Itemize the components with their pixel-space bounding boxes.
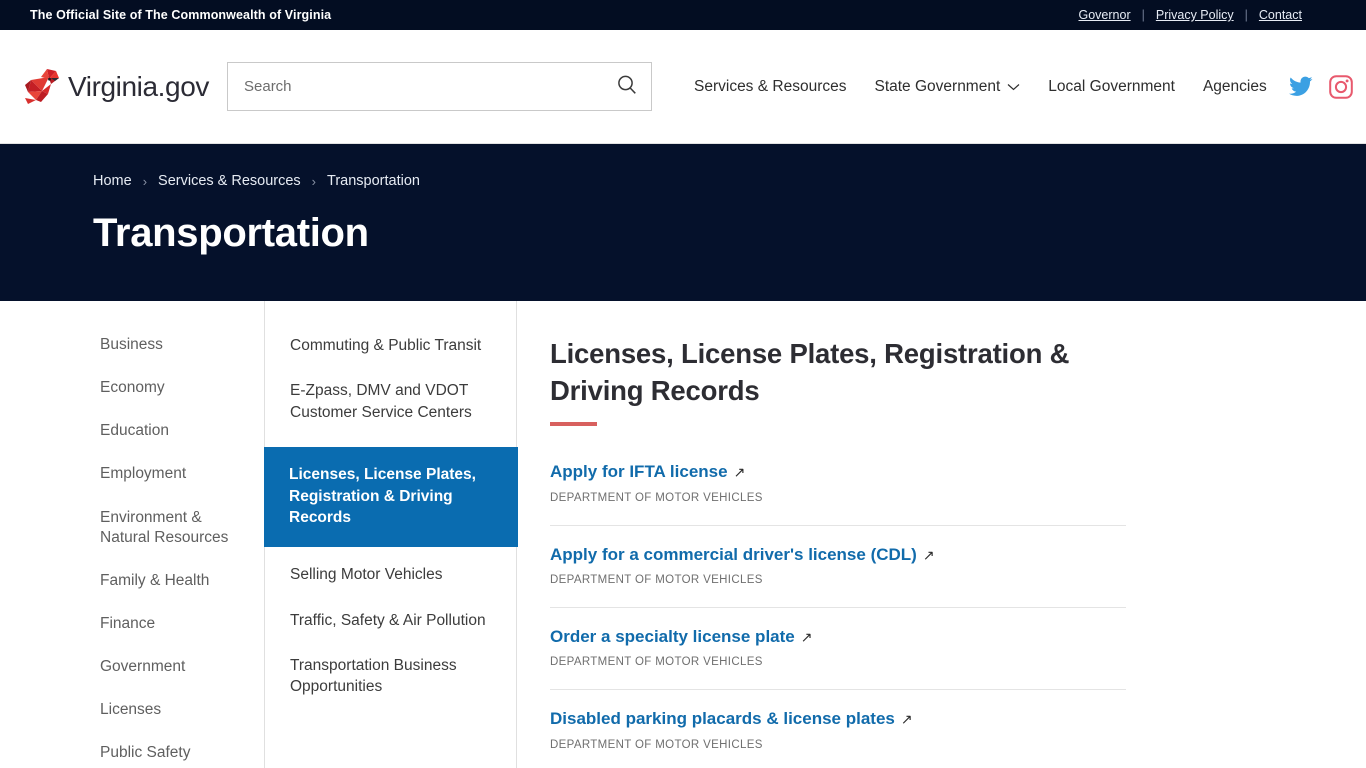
list-item: Order a specialty license plate ↗ Depart… [550, 608, 1126, 691]
breadcrumb-item-home[interactable]: Home [93, 173, 132, 189]
subcategory-item-commuting-public-transit[interactable]: Commuting & Public Transit [265, 335, 516, 356]
page-title: Transportation [93, 211, 369, 255]
resource-link-label: Disabled parking placards & license plat… [550, 709, 895, 729]
instagram-link[interactable] [1328, 74, 1353, 99]
nav-item-label: State Government [874, 77, 1001, 95]
page-body: Business Economy Education Employment En… [0, 301, 1366, 768]
nav-item-services-resources[interactable]: Services & Resources [680, 70, 860, 104]
utility-link-contact[interactable]: Contact [1248, 8, 1313, 22]
category-list: Business Economy Education Employment En… [0, 301, 264, 768]
subcategory-list: Commuting & Public Transit E-Zpass, DMV … [264, 301, 518, 768]
official-site-tagline: The Official Site of The Commonwealth of… [30, 8, 332, 22]
list-item: Disabled parking placards & license plat… [550, 690, 1126, 768]
breadcrumb-separator-icon: › [311, 173, 317, 189]
search-icon [615, 73, 639, 100]
search-input[interactable] [227, 62, 652, 111]
breadcrumb: Home › Services & Resources › Transporta… [93, 144, 1366, 189]
resource-agency-label: Department of Motor Vehicles [550, 574, 763, 587]
nav-item-label: Services & Resources [694, 77, 847, 95]
category-item-finance[interactable]: Finance [0, 614, 264, 634]
resource-link-label: Apply for IFTA license [550, 462, 728, 482]
nav-item-agencies[interactable]: Agencies [1189, 70, 1281, 104]
breadcrumb-item-transportation: Transportation [327, 173, 420, 189]
site-header: Virginia.gov Services & Resources State … [0, 30, 1366, 144]
resource-link-list: Apply for IFTA license ↗ Department of M… [550, 443, 1306, 768]
category-item-public-safety[interactable]: Public Safety [0, 743, 264, 763]
breadcrumb-item-services-resources[interactable]: Services & Resources [158, 173, 301, 189]
cardinal-logo-icon [18, 67, 62, 107]
category-item-economy[interactable]: Economy [0, 378, 264, 398]
category-item-licenses[interactable]: Licenses [0, 700, 264, 720]
nav-item-label: Agencies [1202, 77, 1267, 95]
category-item-government[interactable]: Government [0, 657, 264, 677]
external-link-icon: ↗ [922, 546, 935, 563]
page-hero: Home › Services & Resources › Transporta… [0, 144, 1366, 301]
breadcrumb-separator-icon: › [142, 173, 148, 189]
list-item: Apply for IFTA license ↗ Department of M… [550, 443, 1126, 526]
category-item-business[interactable]: Business [0, 335, 264, 355]
subcategory-item-ezpass-dmv-vdot[interactable]: E-Zpass, DMV and VDOT Customer Service C… [265, 380, 516, 423]
external-link-icon: ↗ [800, 629, 813, 646]
nav-item-state-government[interactable]: State Government [860, 70, 1034, 104]
heading-accent-rule [550, 422, 597, 427]
nav-item-label: Local Government [1048, 77, 1175, 95]
category-item-family-health[interactable]: Family & Health [0, 571, 264, 591]
nav-item-local-government[interactable]: Local Government [1034, 70, 1189, 104]
social-links [1288, 74, 1353, 99]
resource-agency-label: Department of Motor Vehicles [550, 656, 763, 669]
primary-navigation: Services & Resources State Government Lo… [680, 70, 1281, 104]
subcategory-item-transportation-business-opportunities[interactable]: Transportation Business Opportunities [265, 655, 516, 698]
site-logo-link[interactable]: Virginia.gov [18, 67, 209, 107]
subcategory-item-licenses-plates-registration-driving-records[interactable]: Licenses, License Plates, Registration &… [264, 447, 518, 548]
external-link-icon: ↗ [733, 464, 746, 481]
instagram-icon [1328, 74, 1353, 103]
search-bar [227, 62, 652, 111]
utility-links: Governor | Privacy Policy | Contact [1068, 8, 1314, 22]
main-content: Licenses, License Plates, Registration &… [517, 301, 1366, 768]
search-submit-button[interactable] [610, 70, 644, 104]
utility-link-privacy-policy[interactable]: Privacy Policy [1145, 8, 1245, 22]
resource-agency-label: Department of Motor Vehicles [550, 491, 763, 504]
subcategory-item-selling-motor-vehicles[interactable]: Selling Motor Vehicles [265, 564, 516, 585]
resource-link-order-specialty-license-plate[interactable]: Order a specialty license plate ↗ [550, 627, 812, 647]
category-item-environment-natural-resources[interactable]: Environment & Natural Resources [0, 508, 264, 548]
resource-link-apply-for-ifta-license[interactable]: Apply for IFTA license ↗ [550, 462, 745, 482]
twitter-link[interactable] [1288, 76, 1313, 98]
resource-agency-label: Department of Motor Vehicles [550, 738, 763, 751]
utility-link-governor[interactable]: Governor [1068, 8, 1142, 22]
content-heading: Licenses, License Plates, Registration &… [550, 338, 1070, 407]
category-item-employment[interactable]: Employment [0, 464, 264, 484]
list-item: Apply for a commercial driver's license … [550, 526, 1126, 609]
resource-link-label: Order a specialty license plate [550, 627, 795, 647]
brand-wordmark: Virginia.gov [68, 70, 209, 102]
utility-bar: The Official Site of The Commonwealth of… [0, 0, 1366, 30]
twitter-icon [1288, 76, 1313, 102]
subcategory-item-traffic-safety-air-pollution[interactable]: Traffic, Safety & Air Pollution [265, 610, 516, 631]
category-item-education[interactable]: Education [0, 421, 264, 441]
resource-link-apply-for-commercial-drivers-license[interactable]: Apply for a commercial driver's license … [550, 545, 935, 565]
resource-link-label: Apply for a commercial driver's license … [550, 544, 917, 564]
external-link-icon: ↗ [900, 711, 913, 728]
resource-link-disabled-parking-placards[interactable]: Disabled parking placards & license plat… [550, 709, 913, 729]
chevron-down-icon [1007, 78, 1020, 96]
